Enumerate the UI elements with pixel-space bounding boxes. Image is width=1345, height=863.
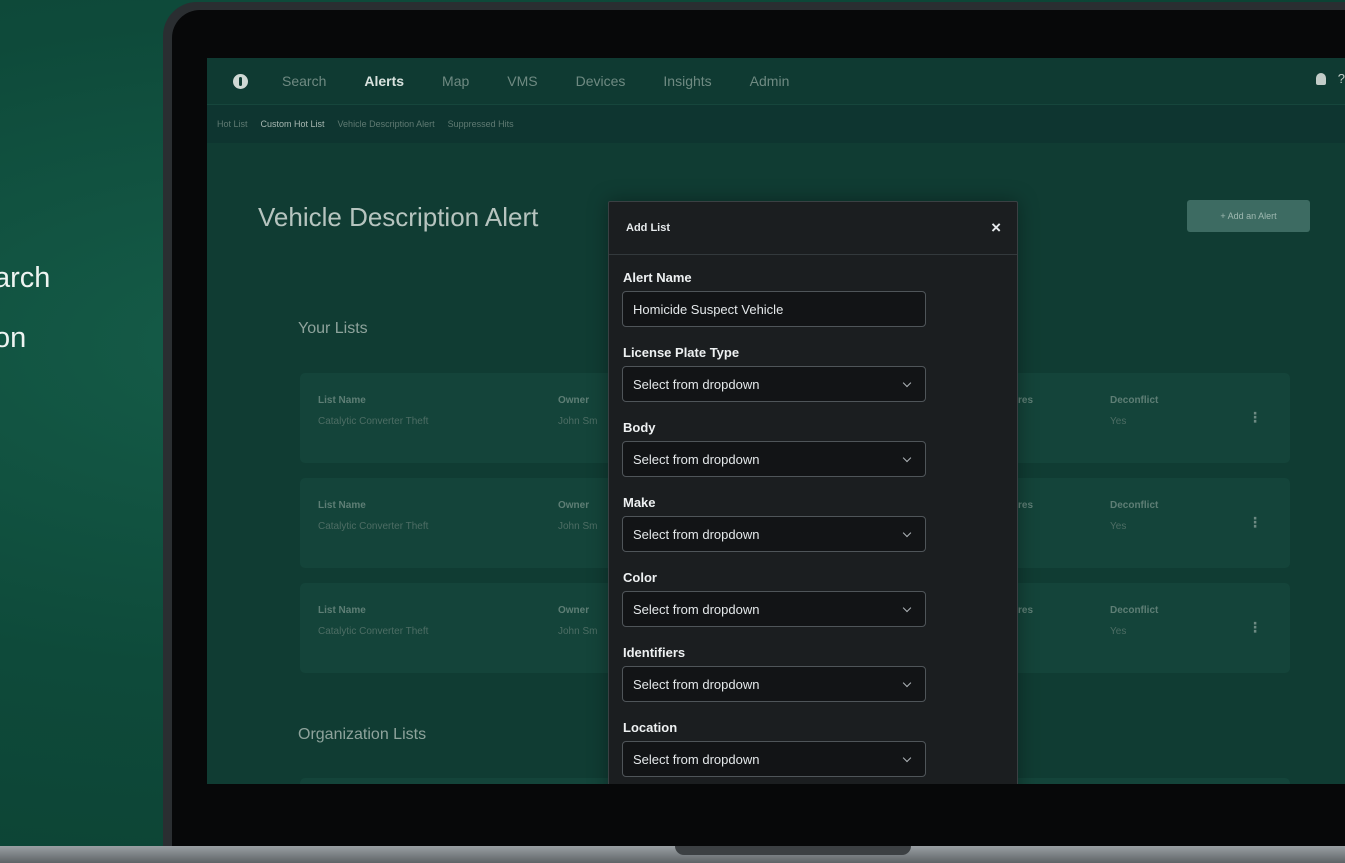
deconflict-value: Yes xyxy=(1110,626,1127,637)
nav-item-admin[interactable]: Admin xyxy=(750,73,790,89)
column-label: res xyxy=(1018,605,1034,616)
chevron-down-icon xyxy=(902,678,912,688)
owner-label: Owner xyxy=(558,605,590,616)
deconflict-value: Yes xyxy=(1110,521,1127,532)
nav-item-map[interactable]: Map xyxy=(442,73,469,89)
nav-item-search[interactable]: Search xyxy=(282,73,326,89)
owner-value: John Sm xyxy=(558,521,598,532)
tab-custom-hot-list[interactable]: Custom Hot List xyxy=(261,119,325,129)
promo-line-2: on xyxy=(0,322,27,354)
body-select[interactable]: Select from dropdown xyxy=(622,441,926,477)
add-list-modal: Add List × Alert Name Homicide Suspect V… xyxy=(608,201,1018,784)
chevron-down-icon xyxy=(902,528,912,538)
alert-name-value: Homicide Suspect Vehicle xyxy=(633,301,784,317)
deconflict-label: Deconflict xyxy=(1110,395,1159,406)
body-label: Body xyxy=(623,420,656,435)
color-value: Select from dropdown xyxy=(633,601,760,617)
license-plate-type-label: License Plate Type xyxy=(623,345,740,360)
kebab-menu-icon[interactable]: ⋮ xyxy=(1248,514,1262,531)
logo-icon[interactable] xyxy=(233,73,248,89)
nav-item-alerts[interactable]: Alerts xyxy=(364,73,404,89)
top-nav: Search Alerts Map VMS Devices Insights A… xyxy=(207,58,1345,104)
close-icon[interactable]: × xyxy=(991,218,1001,238)
deconflict-value: Yes xyxy=(1110,416,1127,427)
body-value: Select from dropdown xyxy=(633,451,760,467)
tab-suppressed-hits[interactable]: Suppressed Hits xyxy=(448,119,514,129)
nav-item-vms[interactable]: VMS xyxy=(507,73,537,89)
make-select[interactable]: Select from dropdown xyxy=(622,516,926,552)
chevron-down-icon xyxy=(902,753,912,763)
deconflict-label: Deconflict xyxy=(1110,500,1159,511)
identifiers-value: Select from dropdown xyxy=(633,676,760,692)
nav-right: ? xyxy=(1315,72,1345,85)
identifiers-label: Identifiers xyxy=(623,645,686,660)
list-name-value: Catalytic Converter Theft xyxy=(318,521,429,532)
list-name-value: Catalytic Converter Theft xyxy=(318,416,429,427)
sub-nav: Hot List Custom Hot List Vehicle Descrip… xyxy=(207,104,1345,143)
app-screen: Search Alerts Map VMS Devices Insights A… xyxy=(207,58,1345,784)
chevron-down-icon xyxy=(902,453,912,463)
color-label: Color xyxy=(623,570,657,585)
license-plate-type-select[interactable]: Select from dropdown xyxy=(622,366,926,402)
page-title: Vehicle Description Alert xyxy=(258,202,539,232)
chevron-down-icon xyxy=(902,378,912,388)
make-value: Select from dropdown xyxy=(633,526,760,542)
your-lists-title: Your Lists xyxy=(298,320,368,337)
nav-item-insights[interactable]: Insights xyxy=(663,73,711,89)
license-plate-type-value: Select from dropdown xyxy=(633,376,760,392)
owner-label: Owner xyxy=(558,500,590,511)
modal-header: Add List × xyxy=(609,202,1017,255)
location-select[interactable]: Select from dropdown xyxy=(622,741,926,777)
owner-label: Owner xyxy=(558,395,590,406)
organization-lists-title: Organization Lists xyxy=(298,726,427,743)
list-name-value: Catalytic Converter Theft xyxy=(318,626,429,637)
kebab-menu-icon[interactable]: ⋮ xyxy=(1248,409,1262,426)
tab-vehicle-description-alert[interactable]: Vehicle Description Alert xyxy=(338,119,435,129)
modal-title: Add List xyxy=(626,222,670,234)
list-name-label: List Name xyxy=(318,605,366,616)
location-label: Location xyxy=(623,720,678,735)
list-name-label: List Name xyxy=(318,500,366,511)
column-label: res xyxy=(1018,500,1034,511)
add-alert-button[interactable]: + Add an Alert xyxy=(1187,200,1310,232)
nav-item-devices[interactable]: Devices xyxy=(576,73,626,89)
kebab-menu-icon[interactable]: ⋮ xyxy=(1248,619,1262,636)
identifiers-select[interactable]: Select from dropdown xyxy=(622,666,926,702)
column-label: res xyxy=(1018,395,1034,406)
laptop-base xyxy=(0,846,1345,863)
location-value: Select from dropdown xyxy=(633,751,760,767)
chevron-down-icon xyxy=(902,603,912,613)
make-label: Make xyxy=(623,495,656,510)
color-select[interactable]: Select from dropdown xyxy=(622,591,926,627)
alert-name-input[interactable]: Homicide Suspect Vehicle xyxy=(622,291,926,327)
help-icon[interactable]: ? xyxy=(1338,72,1345,85)
alert-name-label: Alert Name xyxy=(623,270,692,285)
tab-hot-list[interactable]: Hot List xyxy=(217,119,248,129)
laptop-notch xyxy=(675,846,911,855)
deconflict-label: Deconflict xyxy=(1110,605,1159,616)
owner-value: John Sm xyxy=(558,416,598,427)
bell-icon[interactable] xyxy=(1315,73,1326,85)
list-name-label: List Name xyxy=(318,395,366,406)
promo-text: arch on xyxy=(0,248,50,368)
owner-value: John Sm xyxy=(558,626,598,637)
promo-line-1: arch xyxy=(0,262,51,294)
